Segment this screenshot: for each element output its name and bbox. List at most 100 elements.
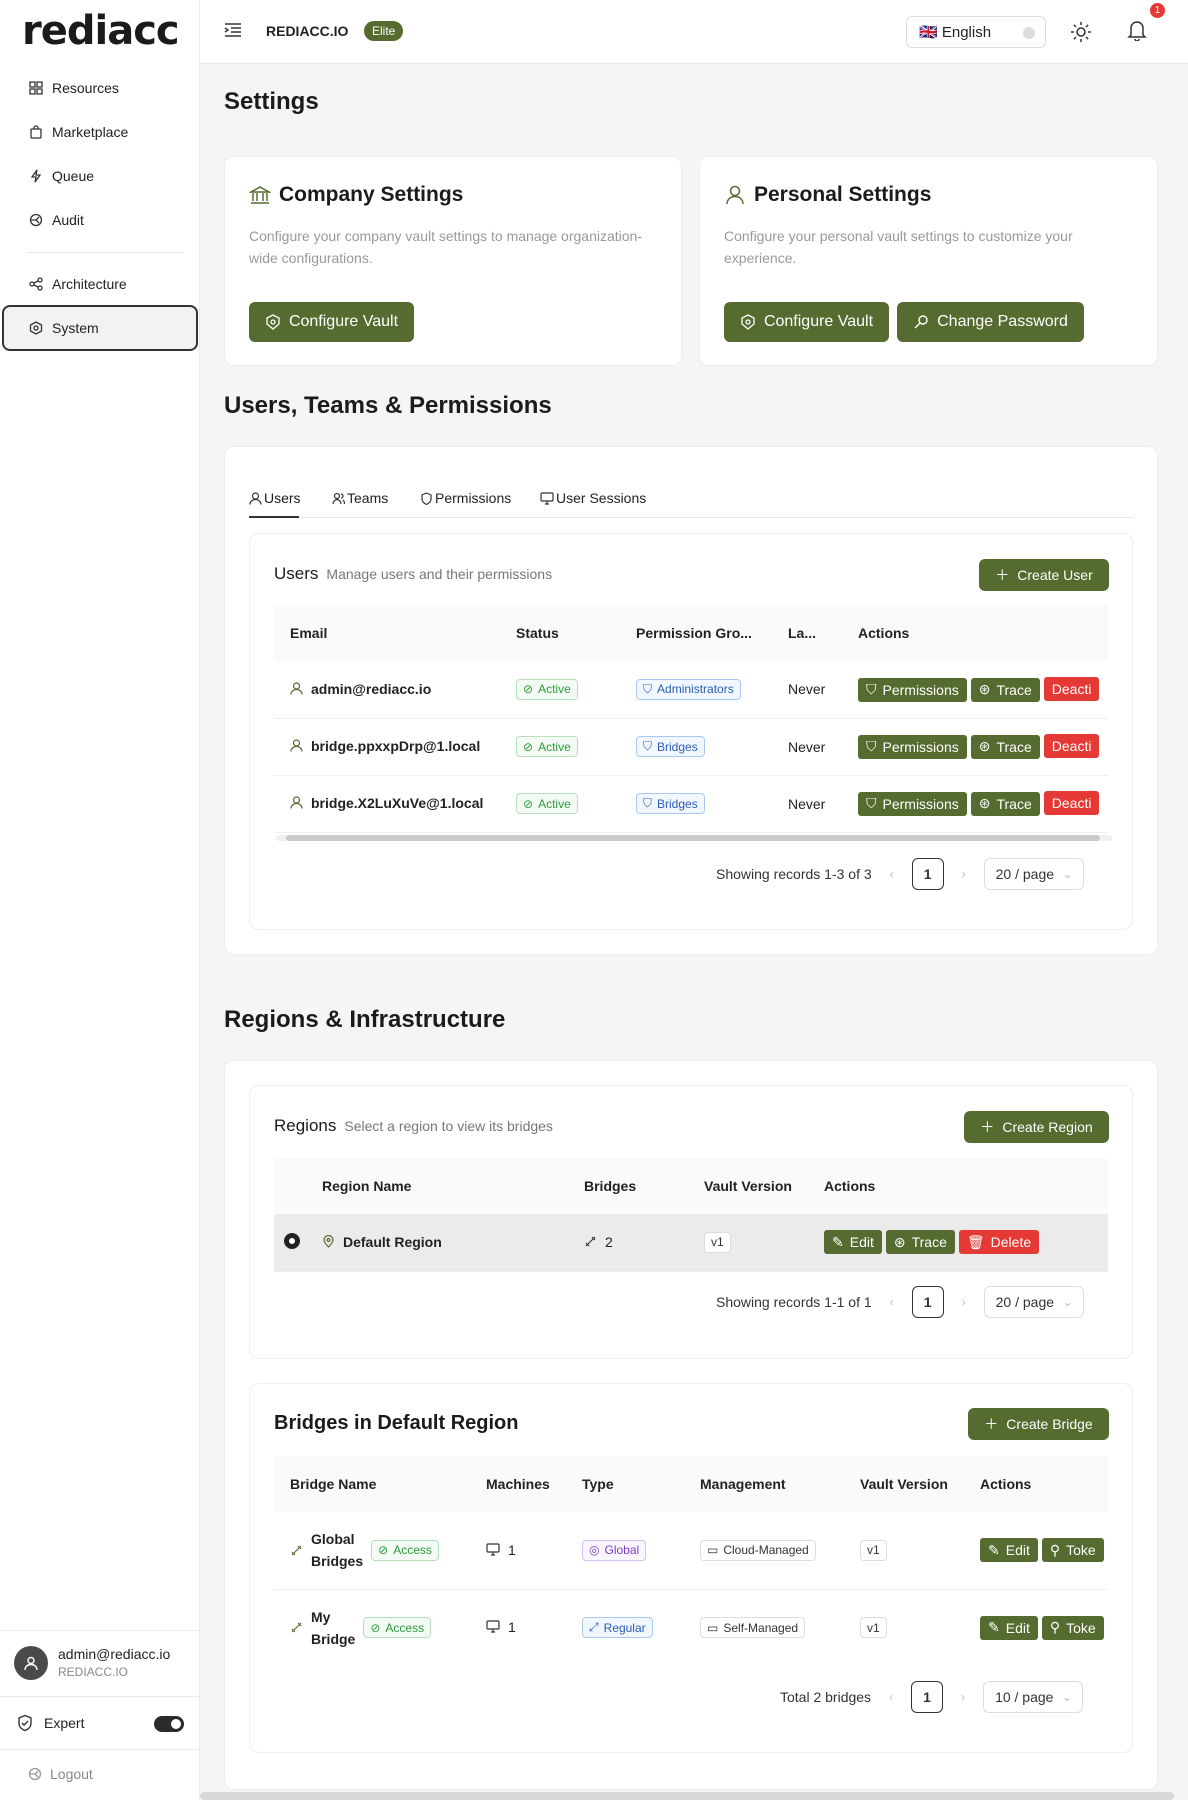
vault-icon [740, 314, 756, 330]
page-size-select[interactable]: 20 / page ⌄ [983, 1286, 1084, 1318]
column-header[interactable]: Type [566, 1456, 684, 1512]
logout-button[interactable]: Logout [28, 1766, 93, 1782]
tab-permissions[interactable]: Permissions [420, 486, 511, 510]
delete-button[interactable]: 🗑 Delete [958, 1230, 1040, 1255]
sun-icon[interactable] [1070, 21, 1092, 43]
trace-button[interactable]: ⊛ Trace [970, 791, 1040, 816]
user-profile[interactable]: admin@rediacc.io REDIACC.IO [0, 1630, 200, 1694]
create-bridge-button[interactable]: ＋ Create Bridge [968, 1408, 1109, 1440]
column-header[interactable]: Actions [842, 605, 1108, 661]
column-header[interactable]: Region Name [306, 1158, 568, 1214]
tab-user-sessions[interactable]: User Sessions [540, 486, 646, 510]
permissions-button[interactable]: ⛉ Permissions [858, 791, 967, 816]
next-page-icon[interactable]: › [961, 1690, 965, 1704]
create-region-button[interactable]: ＋ Create Region [964, 1111, 1109, 1143]
monitor-icon [486, 1543, 500, 1556]
create-user-button[interactable]: ＋ Create User [979, 559, 1109, 591]
table-row[interactable]: bridge.ppxxpDrp@1.local ⊘ Active ⛉ Bridges… [274, 718, 1108, 776]
column-header[interactable]: Machines [470, 1456, 566, 1512]
expert-label: Expert [44, 1715, 85, 1731]
last-active: Never [772, 775, 842, 833]
tab-teams[interactable]: Teams [332, 486, 388, 510]
logout-icon [28, 1767, 42, 1781]
company-settings-title: Company Settings [249, 183, 463, 207]
edit-icon: ✎ [832, 1233, 844, 1250]
column-header[interactable]: Management [684, 1456, 844, 1512]
company-configure-vault-button[interactable]: Configure Vault [249, 302, 414, 342]
user-icon [290, 682, 303, 695]
column-header[interactable]: Permission Gro... [620, 605, 772, 661]
sidebar-item-resources[interactable]: Resources [4, 68, 196, 108]
radio-selected[interactable] [284, 1232, 300, 1249]
personal-configure-vault-button[interactable]: Configure Vault [724, 302, 889, 342]
prev-page-icon[interactable]: ‹ [890, 1295, 894, 1309]
column-header[interactable]: Actions [808, 1158, 1108, 1214]
next-page-icon[interactable]: › [962, 867, 966, 881]
prev-page-icon[interactable]: ‹ [890, 867, 894, 881]
menu-collapse-icon[interactable] [224, 22, 242, 38]
token-button[interactable]: ⚲ Toke [1041, 1615, 1104, 1640]
users-table-scroll-thumb[interactable] [286, 835, 1100, 841]
permissions-button[interactable]: ⛉ Permissions [858, 734, 967, 759]
status-badge: ⊘ Active [516, 678, 578, 700]
user-icon [290, 796, 303, 809]
bell-icon[interactable] [1127, 19, 1147, 41]
column-header[interactable]: Vault Version [844, 1456, 964, 1512]
column-header[interactable]: Actions [964, 1456, 1108, 1512]
page-size-select[interactable]: 10 / page ⌄ [983, 1681, 1084, 1713]
deactivate-button[interactable]: Deacti [1043, 791, 1100, 816]
edit-button[interactable]: ✎ Edit [980, 1538, 1038, 1563]
column-header[interactable]: Email [274, 605, 500, 661]
bridge-name: Global [311, 1531, 355, 1548]
active-tab-indicator [249, 516, 299, 518]
user-org: REDIACC.IO [58, 1665, 129, 1679]
user-icon [724, 184, 746, 206]
status-badge: ⊘ Active [516, 793, 578, 814]
trace-button[interactable]: ⊛ Trace [885, 1230, 955, 1255]
column-header[interactable]: La... [772, 605, 842, 661]
language-select[interactable]: 🇬🇧 English [906, 16, 1046, 48]
deactivate-button[interactable]: Deacti [1043, 677, 1100, 701]
column-header[interactable]: Vault Version [688, 1158, 808, 1214]
token-button[interactable]: ⚲ Toke [1041, 1538, 1104, 1563]
table-row[interactable]: bridge.X2LuXuVe@1.local ⊘ Active ⛉ Bridges… [274, 775, 1108, 833]
access-badge: ⊘ Access [371, 1539, 439, 1561]
sidebar-item-label: Audit [52, 212, 84, 228]
sidebar-item-architecture[interactable]: Architecture [4, 264, 196, 304]
page-number[interactable]: 1 [911, 1681, 944, 1713]
page-horizontal-scrollbar[interactable] [200, 1792, 1174, 1800]
trace-button[interactable]: ⊛ Trace [970, 734, 1040, 759]
table-row[interactable]: admin@rediacc.io ⊘ Active ⛉ Administrators… [274, 661, 1108, 719]
table-row[interactable]: Global Bridges ⊘ Access 1 ◎ Global ▭ Cloud-Ma… [274, 1512, 1108, 1590]
table-row[interactable]: Default Region 2 v1 ✎ Edit ⊛ Trace 🗑 Delete [274, 1214, 1108, 1272]
chevron-down-icon: ⌄ [1062, 1690, 1073, 1704]
column-header[interactable]: Status [500, 605, 620, 661]
table-row[interactable]: My Bridge ⊘ Access 1 ⤢ Regular ▭ Self-Managed… [274, 1589, 1108, 1666]
page-size-select[interactable]: 20 / page ⌄ [983, 858, 1084, 890]
plus-icon: ＋ [995, 567, 1010, 583]
shield-check-icon [16, 1714, 34, 1732]
change-password-button[interactable]: Change Password [897, 302, 1084, 342]
tab-users[interactable]: Users [249, 486, 301, 518]
expert-toggle[interactable] [154, 1716, 184, 1732]
trace-button[interactable]: ⊛ Trace [970, 677, 1040, 702]
permissions-button[interactable]: ⛉ Permissions [858, 677, 967, 702]
column-header[interactable]: Bridge Name [274, 1456, 470, 1512]
personal-settings-desc: Configure your personal vault settings t… [724, 228, 1073, 266]
next-page-icon[interactable]: › [962, 1295, 966, 1309]
prev-page-icon[interactable]: ‹ [889, 1690, 893, 1704]
sidebar-item-audit[interactable]: Audit [4, 200, 196, 240]
deactivate-button[interactable]: Deacti [1043, 734, 1100, 759]
edit-button[interactable]: ✎ Edit [980, 1615, 1038, 1640]
sidebar-item-system[interactable]: System [2, 305, 198, 351]
sidebar-item-queue[interactable]: Queue [4, 156, 196, 196]
sidebar-item-marketplace[interactable]: Marketplace [4, 112, 196, 152]
sidebar-item-label: System [52, 320, 99, 336]
edit-button[interactable]: ✎ Edit [824, 1230, 882, 1255]
machine-count: 1 [508, 1541, 516, 1558]
page-number[interactable]: 1 [911, 1286, 944, 1318]
column-header[interactable]: Bridges [568, 1158, 688, 1214]
logo[interactable]: rediacc [22, 8, 180, 54]
page-title: Settings [224, 88, 319, 115]
page-number[interactable]: 1 [911, 858, 944, 890]
